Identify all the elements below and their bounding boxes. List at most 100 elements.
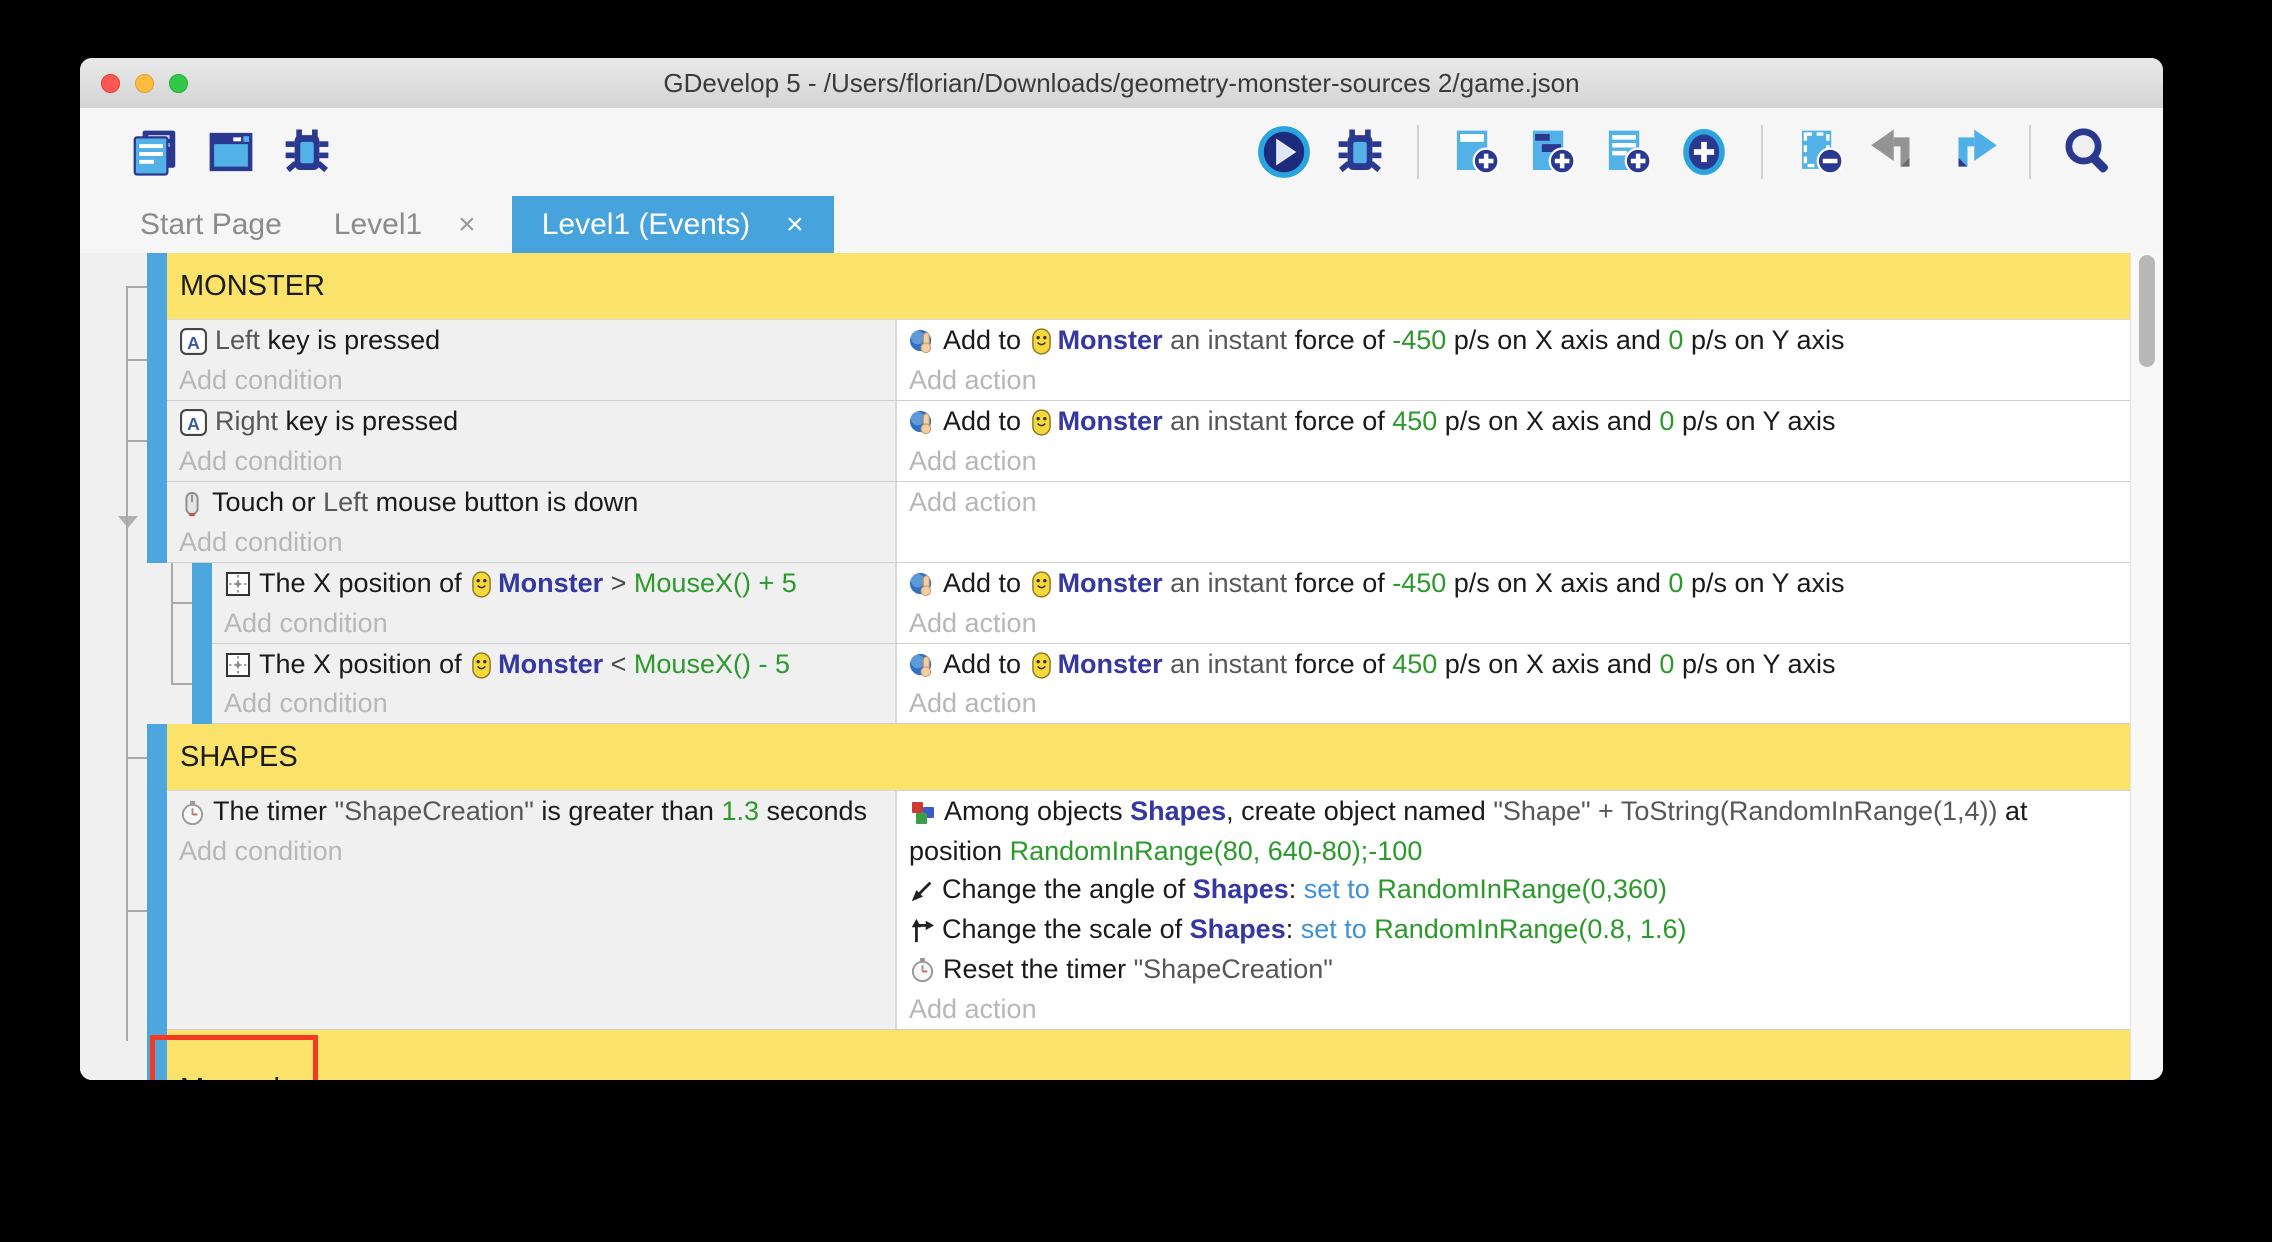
force-icon — [909, 402, 936, 440]
text-run-param: Left — [215, 325, 260, 355]
scrollbar-track[interactable] — [2130, 253, 2163, 1080]
action-text[interactable]: Add to Monster an instant force of -450 … — [909, 564, 2118, 604]
sub-tree-stub — [171, 602, 192, 604]
add-condition-link[interactable]: Add condition — [224, 684, 883, 722]
angle-icon — [909, 870, 935, 908]
conditions-cell[interactable]: The X position of Monster > MouseX() + 5… — [212, 563, 895, 643]
search-icon[interactable] — [2061, 125, 2115, 179]
debugger-icon[interactable] — [280, 125, 334, 179]
add-event-icon[interactable] — [1449, 125, 1503, 179]
actions-cell[interactable]: Among objects Shapes, create object name… — [895, 791, 2130, 1029]
collapse-expander-icon[interactable] — [118, 516, 138, 528]
event-row: The timer "ShapeCreation" is greater tha… — [80, 791, 2130, 1030]
toolbar-right-group — [1257, 125, 2115, 179]
redo-icon[interactable] — [1945, 125, 1999, 179]
tab-label: Start Page — [140, 208, 282, 242]
timer-icon — [909, 950, 936, 988]
group-header[interactable]: MONSTER — [167, 253, 2130, 320]
play-icon[interactable] — [1257, 125, 1311, 179]
event-cells: The X position of Monster > MouseX() + 5… — [212, 563, 2130, 644]
remove-event-icon[interactable] — [1793, 125, 1847, 179]
text-run-t: : — [1289, 874, 1304, 904]
add-comment-icon[interactable] — [1601, 125, 1655, 179]
text-run-t: p/s on X axis and — [1437, 649, 1659, 679]
event-cells: ARight key is pressedAdd condition Add to… — [167, 401, 2130, 482]
condition-text[interactable]: The timer "ShapeCreation" is greater tha… — [179, 792, 883, 832]
text-run-param: an instant — [1163, 568, 1295, 598]
action-text[interactable]: Add to Monster an instant force of 450 p… — [909, 402, 2118, 442]
conditions-cell[interactable]: The timer "ShapeCreation" is greater tha… — [167, 791, 895, 1029]
actions-cell[interactable]: Add action — [895, 482, 2130, 562]
text-run-t: Change the angle of — [942, 874, 1193, 904]
action-text[interactable]: Add to Monster an instant force of 450 p… — [909, 645, 2118, 685]
condition-text[interactable]: Touch or Left mouse button is down — [179, 483, 883, 523]
monster-icon — [471, 644, 492, 682]
debug-icon[interactable] — [1333, 125, 1387, 179]
actions-cell[interactable]: Add to Monster an instant force of -450 … — [895, 563, 2130, 643]
text-run-obj: Monster — [1058, 649, 1163, 679]
add-action-link[interactable]: Add action — [909, 684, 2118, 722]
text-run-expr: 0 — [1659, 406, 1674, 436]
events-area: MONSTERALeft key is pressedAdd condition… — [80, 253, 2163, 1080]
create-object-icon — [909, 792, 937, 830]
text-run-param: an instant — [1163, 649, 1295, 679]
add-action-link[interactable]: Add action — [909, 483, 2118, 521]
text-run-t: Add to — [943, 649, 1029, 679]
scrollbar-thumb[interactable] — [2139, 255, 2155, 367]
close-tab-icon[interactable]: × — [786, 208, 804, 242]
tree-rail — [80, 253, 147, 320]
condition-text[interactable]: The X position of Monster < MouseX() - 5 — [224, 645, 883, 685]
event-row: ARight key is pressedAdd condition Add to… — [80, 401, 2130, 482]
force-icon — [909, 321, 936, 359]
tree-rail — [80, 320, 147, 401]
action-text[interactable]: Change the scale of Shapes: set to Rando… — [909, 910, 2118, 950]
action-text[interactable]: Change the angle of Shapes: set to Rando… — [909, 870, 2118, 910]
conditions-cell[interactable]: ARight key is pressedAdd condition — [167, 401, 895, 481]
add-action-link[interactable]: Add action — [909, 442, 2118, 480]
tab-level1[interactable]: Level1× — [326, 196, 484, 253]
group-title: MONSTER — [180, 270, 325, 303]
actions-cell[interactable]: Add to Monster an instant force of 450 p… — [895, 401, 2130, 481]
tree-rail — [80, 644, 147, 725]
event-cells: The X position of Monster < MouseX() - 5… — [212, 644, 2130, 725]
add-condition-link[interactable]: Add condition — [179, 442, 883, 480]
action-text[interactable]: Reset the timer "ShapeCreation" — [909, 950, 2118, 990]
group-header[interactable]: Move shapes — [167, 1030, 2130, 1080]
add-action-link[interactable]: Add action — [909, 604, 2118, 642]
add-condition-link[interactable]: Add condition — [179, 832, 883, 870]
tree-rail — [80, 724, 147, 791]
group-header[interactable]: SHAPES — [167, 724, 2130, 791]
add-condition-link[interactable]: Add condition — [179, 523, 883, 561]
tab-level1-events-[interactable]: Level1 (Events)× — [512, 196, 834, 253]
actions-cell[interactable]: Add to Monster an instant force of -450 … — [895, 320, 2130, 400]
conditions-cell[interactable]: ALeft key is pressedAdd condition — [167, 320, 895, 400]
action-text[interactable]: Among objects Shapes, create object name… — [909, 792, 2118, 870]
scene-editor-icon[interactable] — [204, 125, 258, 179]
tree-stub — [126, 910, 147, 912]
conditions-cell[interactable]: The X position of Monster < MouseX() - 5… — [212, 644, 895, 724]
add-circle-icon[interactable] — [1677, 125, 1731, 179]
tab-start-page[interactable]: Start Page — [132, 196, 290, 253]
project-manager-icon[interactable] — [128, 125, 182, 179]
add-condition-link[interactable]: Add condition — [179, 361, 883, 399]
add-subevent-icon[interactable] — [1525, 125, 1579, 179]
events-sheet: MONSTERALeft key is pressedAdd condition… — [80, 253, 2130, 1080]
conditions-cell[interactable]: Touch or Left mouse button is downAdd co… — [167, 482, 895, 562]
actions-cell[interactable]: Add to Monster an instant force of 450 p… — [895, 644, 2130, 724]
group-title: SHAPES — [180, 741, 298, 774]
text-run-expr: RandomInRange(80, 640-80);-100 — [1010, 836, 1423, 866]
condition-text[interactable]: The X position of Monster > MouseX() + 5 — [224, 564, 883, 604]
desktop-background: GDevelop 5 - /Users/florian/Downloads/ge… — [0, 0, 2272, 1242]
add-action-link[interactable]: Add action — [909, 361, 2118, 399]
text-run-op: < — [603, 649, 634, 679]
action-text[interactable]: Add to Monster an instant force of -450 … — [909, 321, 2118, 361]
condition-text[interactable]: ALeft key is pressed — [179, 321, 883, 361]
text-run-t: mouse button is down — [368, 487, 638, 517]
undo-icon[interactable] — [1869, 125, 1923, 179]
close-tab-icon[interactable]: × — [458, 208, 476, 242]
text-run-t: force of — [1295, 325, 1393, 355]
add-condition-link[interactable]: Add condition — [224, 604, 883, 642]
add-action-link[interactable]: Add action — [909, 990, 2118, 1028]
group-row: MONSTER — [80, 253, 2130, 320]
condition-text[interactable]: ARight key is pressed — [179, 402, 883, 442]
